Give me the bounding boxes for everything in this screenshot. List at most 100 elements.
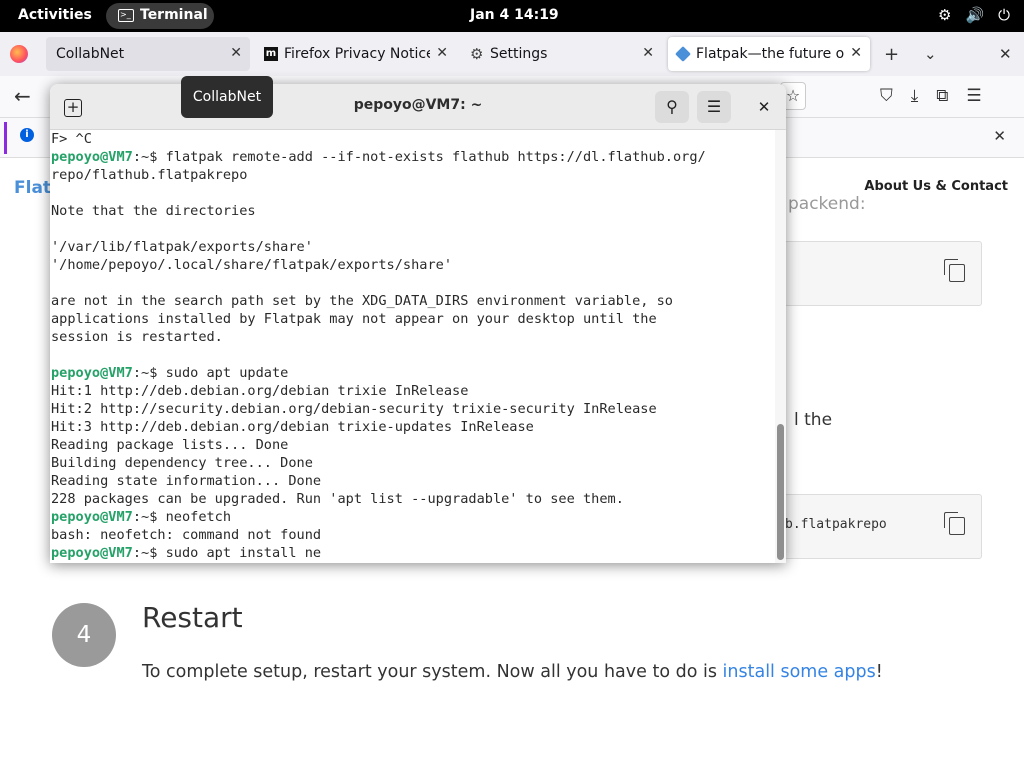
terminal-line: Hit:1 http://deb.debian.org/debian trixi… (51, 382, 774, 400)
accessibility-icon[interactable]: ⚙ (938, 6, 951, 24)
terminal-line: Reading package lists... Done (51, 436, 774, 454)
volume-icon[interactable]: 🔊 (965, 6, 984, 24)
line-text: :~$ flatpak remote-add --if-not-exists f… (132, 149, 706, 165)
terminal-line: 228 packages can be upgraded. Run 'apt l… (51, 490, 774, 508)
pocket-icon[interactable]: ⛉ (880, 86, 893, 106)
line-text: :~$ sudo apt install ne (132, 545, 322, 561)
terminal-line: applications installed by Flatpak may no… (51, 310, 774, 328)
terminal-line: Note that the directories (51, 202, 774, 220)
shell-prompt: pepoyo@VM7 (51, 365, 133, 381)
terminal-line: '/home/pepoyo/.local/share/flatpak/expor… (51, 256, 774, 274)
terminal-line: session is restarted. (51, 328, 774, 346)
hamburger-menu-icon[interactable]: ☰ (966, 86, 981, 106)
terminal-line: pepoyo@VM7:~$ sudo apt install ne (51, 544, 774, 562)
tab-label: CollabNet (56, 46, 125, 62)
shell-prompt: pepoyo@VM7 (51, 509, 133, 525)
partial-text: l the (794, 410, 833, 430)
tab-tooltip: CollabNet (181, 76, 273, 118)
info-icon: i (20, 128, 34, 142)
terminal-output[interactable]: F> ^C pepoyo@VM7:~$ flatpak remote-add --… (50, 130, 774, 563)
terminal-headerbar[interactable]: + pepoyo@VM7: ~ ⚲ ☰ ✕ (50, 84, 786, 130)
tab-firefox-privacy[interactable]: m Firefox Privacy Notice — ✕ (256, 37, 456, 71)
search-icon: ⚲ (666, 97, 678, 116)
terminal-line: pepoyo@VM7:~$ sudo apt update (51, 364, 774, 382)
terminal-line: pepoyo@VM7:~$ neofetch (51, 508, 774, 526)
gnome-top-bar: Activities >_ Terminal Jan 4 14:19 ⚙ 🔊 ⏻ (0, 0, 1024, 32)
code-block: b.flatpakrepo (784, 494, 982, 559)
app-menu-label: Terminal (140, 7, 208, 23)
about-contact-link[interactable]: About Us & Contact (864, 179, 1008, 194)
step-desc-text: To complete setup, restart your system. … (142, 662, 723, 682)
line-text: session is restarted. (51, 329, 223, 345)
terminal-line: Hit:2 http://security.debian.org/debian-… (51, 400, 774, 418)
step-description: To complete setup, restart your system. … (142, 662, 883, 682)
system-tray[interactable]: ⚙ 🔊 ⏻ (938, 6, 1010, 24)
chevron-down-icon[interactable]: ⌄ (924, 45, 937, 63)
tab-label: Settings (490, 46, 548, 62)
close-button[interactable]: ✕ (747, 91, 781, 123)
line-text: are not in the search path set by the XD… (51, 293, 673, 309)
close-icon[interactable]: ✕ (642, 45, 654, 61)
close-icon[interactable]: ✕ (850, 45, 862, 61)
new-tab-icon[interactable]: + (884, 44, 899, 65)
terminal-line: Reading state information... Done (51, 472, 774, 490)
tab-flatpak[interactable]: Flatpak—the future of ✕ (668, 37, 870, 71)
extensions-icon[interactable]: ⧉ (936, 86, 948, 106)
download-icon[interactable]: ⤓ (911, 86, 919, 106)
terminal-window[interactable]: + pepoyo@VM7: ~ ⚲ ☰ ✕ F> ^C pepoyo@VM7:~$… (50, 84, 786, 563)
line-text: Building dependency tree... Done (51, 455, 313, 471)
tab-settings[interactable]: ⚙ Settings ✕ (462, 37, 662, 71)
power-icon[interactable]: ⏻ (998, 6, 1010, 24)
terminal-app-icon: >_ (118, 9, 134, 22)
back-arrow-icon[interactable]: ← (14, 84, 31, 108)
line-text: Hit:2 http://security.debian.org/debian-… (51, 401, 657, 417)
close-window-icon[interactable]: ✕ (999, 45, 1012, 63)
firefox-icon[interactable] (10, 45, 28, 63)
line-text: Reading package lists... Done (51, 437, 289, 453)
notification-accent (4, 122, 7, 154)
partial-text: packend: (788, 194, 866, 214)
close-icon[interactable]: ✕ (436, 45, 448, 61)
install-apps-link[interactable]: install some apps (723, 662, 876, 682)
scrollbar-thumb[interactable] (777, 424, 784, 560)
line-text: '/var/lib/flatpak/exports/share' (51, 239, 313, 255)
line-text: 228 packages can be upgraded. Run 'apt l… (51, 491, 624, 507)
step-title: Restart (142, 601, 243, 634)
terminal-line: pepoyo@VM7:~$ flatpak remote-add --if-no… (51, 148, 774, 166)
terminal-line: repo/flathub.flatpakrepo (51, 166, 774, 184)
close-icon[interactable]: ✕ (230, 45, 242, 61)
toolbar-icons: ⛉ ⤓ ⧉ ☰ (880, 86, 982, 106)
line-text: F> ^C (51, 131, 92, 147)
clock[interactable]: Jan 4 14:19 (470, 7, 559, 23)
mozilla-icon: m (264, 47, 278, 61)
close-icon: ✕ (757, 98, 771, 116)
line-text: bash: neofetch: command not found (51, 527, 322, 543)
activities-button[interactable]: Activities (18, 7, 92, 23)
terminal-line: '/var/lib/flatpak/exports/share' (51, 238, 774, 256)
terminal-scrollbar[interactable] (775, 130, 786, 563)
gear-icon: ⚙ (470, 45, 484, 63)
shell-prompt: pepoyo@VM7 (51, 545, 133, 561)
search-button[interactable]: ⚲ (655, 91, 689, 123)
flatpak-icon (675, 46, 691, 62)
site-brand-link[interactable]: Flat (14, 178, 51, 198)
app-menu-button[interactable]: >_ Terminal (106, 3, 214, 29)
tab-label: Flatpak—the future of (696, 46, 844, 62)
line-text: repo/flathub.flatpakrepo (51, 167, 248, 183)
close-icon[interactable]: ✕ (993, 127, 1006, 145)
line-text: :~$ sudo apt update (132, 365, 289, 381)
terminal-line: F> ^C (51, 130, 774, 148)
tab-collabnet[interactable]: CollabNet ✕ (46, 37, 250, 71)
line-text: Hit:1 http://deb.debian.org/debian trixi… (51, 383, 469, 399)
browser-tab-bar: CollabNet ✕ m Firefox Privacy Notice — ✕… (0, 32, 1024, 76)
copy-icon[interactable] (944, 259, 965, 282)
line-text: Note that the directories (51, 203, 256, 219)
menu-button[interactable]: ☰ (697, 91, 731, 123)
terminal-line: Building dependency tree... Done (51, 454, 774, 472)
terminal-line: bash: neofetch: command not found (51, 526, 774, 544)
copy-icon[interactable] (944, 512, 965, 535)
